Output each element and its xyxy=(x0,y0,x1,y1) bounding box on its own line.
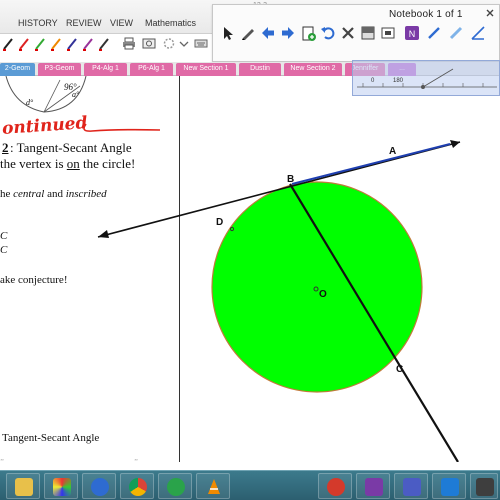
screen-shade-icon[interactable] xyxy=(359,24,377,42)
paint-button[interactable] xyxy=(44,473,78,499)
pen-icon[interactable] xyxy=(239,24,257,42)
folder-icon xyxy=(15,478,33,496)
menu-review[interactable]: REVIEW xyxy=(66,18,102,28)
label-point-c: C xyxy=(396,364,403,375)
tab-new-section-2[interactable]: New Section 2 xyxy=(284,63,342,76)
dark-pen-icon[interactable] xyxy=(98,37,110,51)
menu-history[interactable]: HISTORY xyxy=(18,18,58,28)
red-pen-icon[interactable] xyxy=(18,37,30,51)
back-arrow-icon[interactable] xyxy=(259,24,277,42)
label-point-a: A xyxy=(389,146,396,157)
onenote-taskbar-button[interactable] xyxy=(356,473,390,499)
geometry-diagram: A B D O C xyxy=(97,140,461,462)
tab-dustin[interactable]: Dustin xyxy=(239,63,281,76)
tangent-highlight xyxy=(291,143,451,185)
label-point-d: D xyxy=(216,217,223,228)
orange-pen-icon[interactable] xyxy=(50,37,62,51)
green-pen-icon[interactable] xyxy=(34,37,46,51)
file-explorer-button[interactable] xyxy=(6,473,40,499)
overflow-icon xyxy=(476,478,494,496)
media-player-button[interactable] xyxy=(158,473,192,499)
loading-icon[interactable] xyxy=(162,37,176,50)
forward-arrow-icon[interactable] xyxy=(279,24,297,42)
screenshot-icon[interactable] xyxy=(142,37,156,50)
protractor-zero: 0 xyxy=(371,78,375,84)
notebook-toolbar: Notebook 1 of 1 N xyxy=(212,4,500,62)
notebook-page: 96° d° a° ontinued 2 : Tangent-Secant An… xyxy=(0,76,500,462)
label-point-o: O xyxy=(319,289,327,300)
tab-p3-geom[interactable]: P3-Geom xyxy=(38,63,81,76)
black-pen-icon[interactable] xyxy=(2,37,14,51)
svg-text:N: N xyxy=(409,29,416,39)
notebook-app-icon xyxy=(91,478,109,496)
purple-pen-icon[interactable] xyxy=(82,37,94,51)
lync-button[interactable] xyxy=(432,473,466,499)
windows-taskbar xyxy=(0,470,500,500)
blue-pen-icon[interactable] xyxy=(66,37,78,51)
tab-2-geom[interactable]: 2-Geom xyxy=(0,63,35,76)
protractor-180: 180 xyxy=(393,78,404,84)
chrome-icon xyxy=(129,478,147,496)
menu-view[interactable]: VIEW xyxy=(110,18,133,28)
undo-icon[interactable] xyxy=(319,24,337,42)
menu-mathematics[interactable]: Mathematics xyxy=(145,18,196,28)
vlc-cone-icon xyxy=(208,479,220,494)
close-icon[interactable] xyxy=(485,8,495,18)
teams-button[interactable] xyxy=(394,473,428,499)
pen-tool-icon[interactable] xyxy=(425,24,443,42)
tab-p4-alg1[interactable]: P4-Alg 1 xyxy=(84,63,127,76)
protractor-scale xyxy=(357,68,497,89)
angle-tool-icon[interactable] xyxy=(469,24,487,42)
add-page-icon[interactable] xyxy=(299,24,317,42)
onenote-taskbar-icon xyxy=(365,478,383,496)
browser-button[interactable] xyxy=(318,473,352,499)
vlc-button[interactable] xyxy=(196,473,230,499)
protractor-overlay[interactable]: 0 180 xyxy=(352,60,500,96)
paint-icon xyxy=(53,478,71,496)
overflow-button[interactable] xyxy=(470,473,498,499)
onenote-icon[interactable]: N xyxy=(403,24,421,42)
highlighter-icon[interactable] xyxy=(447,24,465,42)
tab-p6-alg1[interactable]: P6-Alg 1 xyxy=(130,63,173,76)
dropdown-icon[interactable] xyxy=(177,37,191,50)
browser-icon xyxy=(327,478,345,496)
lync-icon xyxy=(441,478,459,496)
tangent-arrow-left xyxy=(98,230,109,238)
label-point-b: B xyxy=(287,174,294,185)
notebook-page-indicator: Notebook 1 of 1 xyxy=(389,9,463,20)
capture-icon[interactable] xyxy=(379,24,397,42)
keyboard-icon[interactable] xyxy=(194,37,208,50)
chrome-button[interactable] xyxy=(120,473,154,499)
select-arrow-icon[interactable] xyxy=(219,24,237,42)
tangent-arrow-right xyxy=(450,140,460,148)
media-player-icon xyxy=(167,478,185,496)
smartboard-notebook-button[interactable] xyxy=(82,473,116,499)
print-icon[interactable] xyxy=(122,37,136,50)
teams-icon xyxy=(403,478,421,496)
tab-new-section-1[interactable]: New Section 1 xyxy=(176,63,236,76)
delete-x-icon[interactable] xyxy=(339,24,357,42)
